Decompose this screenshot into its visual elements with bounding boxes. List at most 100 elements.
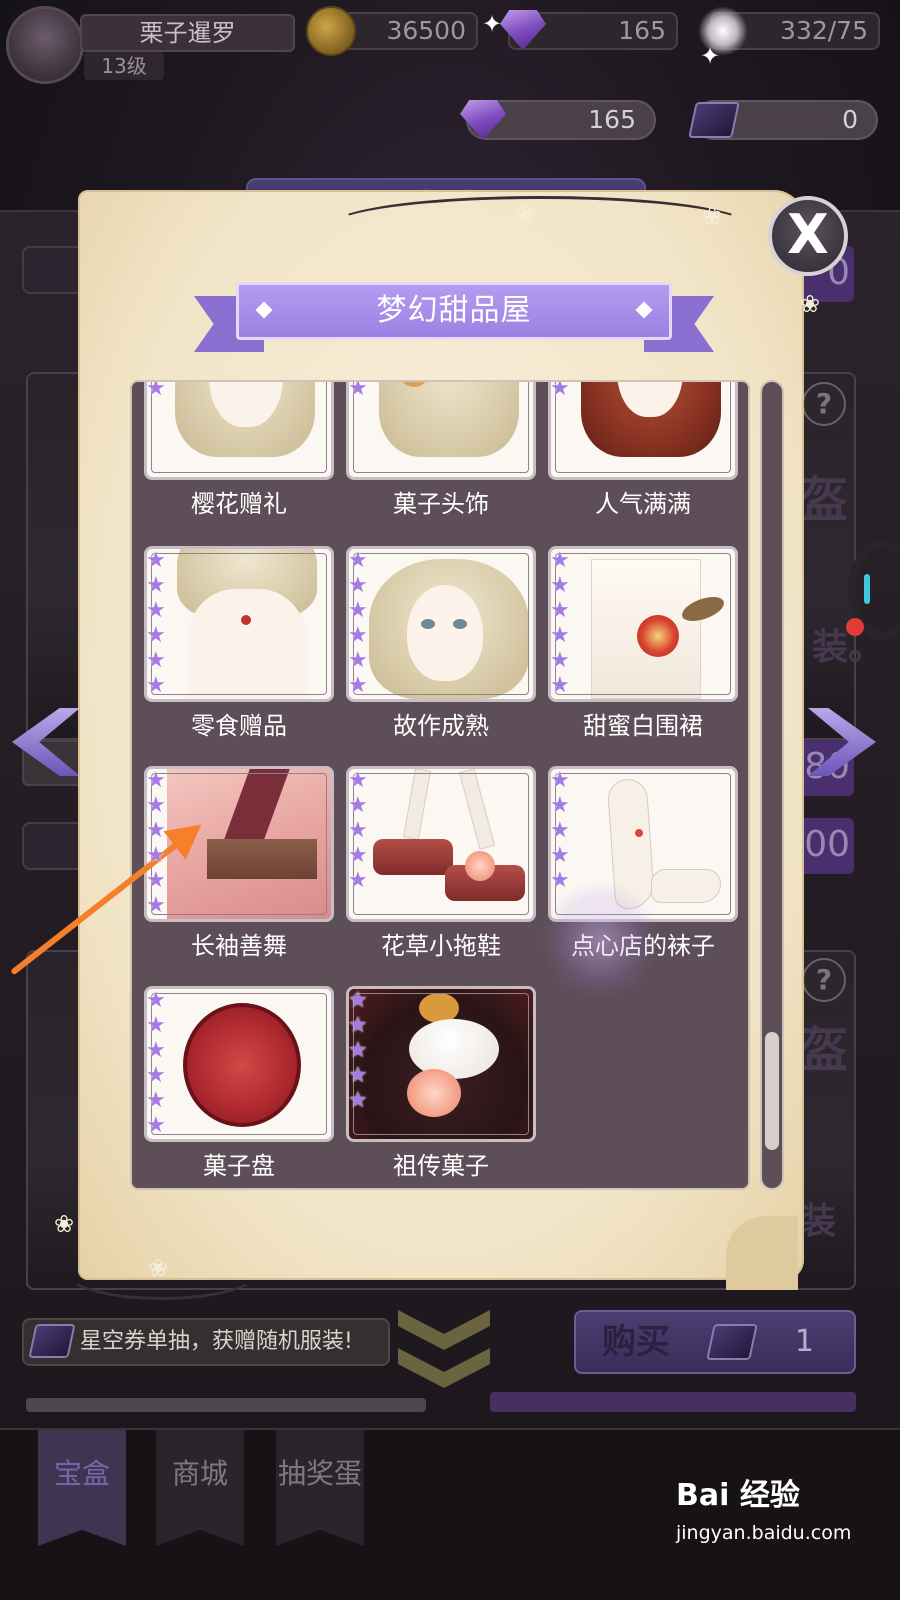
item-card[interactable]: ★ ★ ★ ★ ★ 祖传菓子: [346, 986, 536, 1188]
notification-dot: [846, 618, 864, 636]
nav-tab-label: 商城: [171, 1457, 228, 1490]
diamond-counter-top[interactable]: 165: [500, 10, 678, 50]
scrollbar[interactable]: [760, 380, 784, 1190]
item-name: 花草小拖鞋: [381, 932, 501, 960]
nav-tab-lottery-egg[interactable]: 抽奖蛋: [276, 1430, 364, 1546]
parchment-curl: [726, 1216, 798, 1290]
star-icon: ★: [348, 1088, 368, 1113]
star-icon: ★: [348, 548, 368, 573]
buy-label: 购买: [602, 1322, 670, 1362]
rose-icon: ❀: [54, 1210, 75, 1238]
star-rating: ★ ★ ★ ★ ★ ★: [146, 548, 174, 698]
promo-text: 星空券单抽，获赠随机服装!: [80, 1329, 353, 1354]
player-name: 栗子暹罗: [80, 14, 295, 52]
help-icon[interactable]: ?: [802, 958, 846, 1002]
nav-tab-label: 抽奖蛋: [277, 1457, 362, 1490]
top-hud: 栗子暹罗 13级 36500 165 332/75 ✦ ✦ 165 0: [0, 0, 900, 140]
item-name: 樱花赠礼: [191, 490, 287, 518]
watermark-url: jingyan.baidu.com: [676, 1522, 852, 1544]
promo-bar[interactable]: 星空券单抽，获赠随机服装!: [22, 1318, 390, 1366]
diamond-icon: [500, 10, 546, 50]
sparkle-icon: ✦: [700, 42, 721, 70]
buy-button[interactable]: 购买 1: [574, 1310, 856, 1374]
star-icon: ★: [550, 573, 570, 598]
star-icon: ★: [348, 818, 368, 843]
star-icon: ★: [348, 623, 368, 648]
star-rating: ★ ★ ★ ★ ★ ★: [146, 988, 174, 1138]
star-icon: ★: [146, 768, 166, 793]
background-card-text: 装: [800, 1201, 837, 1242]
stamina-value: 332/75: [780, 16, 868, 45]
star-icon: ★: [146, 868, 166, 893]
star-icon: ★: [146, 1088, 166, 1113]
player-avatar[interactable]: [6, 6, 84, 84]
item-card[interactable]: ★★★ 人气满满: [548, 382, 738, 534]
star-icon: ★: [348, 648, 368, 673]
star-icon: ★: [146, 380, 166, 401]
popup-title-banner: 梦幻甜品屋: [194, 282, 714, 352]
star-rating: ★ ★ ★ ★ ★: [348, 768, 376, 893]
star-icon: ★: [146, 623, 166, 648]
ticket-counter[interactable]: 0: [688, 100, 878, 140]
diamond-counter[interactable]: 165: [460, 100, 656, 140]
star-rating: ★★★: [550, 382, 578, 401]
sparkle-glow: [540, 880, 660, 1000]
star-icon: ★: [550, 768, 570, 793]
item-name: 菓子头饰: [393, 490, 489, 518]
stamina-counter[interactable]: 332/75: [698, 6, 880, 56]
star-icon: ★: [348, 1038, 368, 1063]
star-icon: ★: [348, 843, 368, 868]
item-card[interactable]: ★ ★ ★ ★ ★ 花草小拖鞋: [346, 766, 536, 976]
vine-decoration: [330, 196, 750, 256]
star-icon: ★: [146, 988, 166, 1013]
gold-value: 36500: [386, 16, 466, 45]
gold-counter[interactable]: 36500: [306, 6, 478, 56]
close-icon: X: [787, 203, 829, 266]
item-card[interactable]: ★ ★ ★ ★ ★ ★ 零食赠品: [144, 546, 334, 756]
double-chevron-down-icon[interactable]: [398, 1310, 490, 1396]
nav-tab-shop[interactable]: 商城: [156, 1430, 244, 1546]
background-card-title: 盔: [800, 472, 849, 528]
buy-count: 1: [794, 1324, 814, 1359]
ticket-icon: [706, 1324, 758, 1360]
star-icon: ★: [348, 598, 368, 623]
item-name: 菓子盘: [203, 1152, 275, 1180]
close-button[interactable]: X: [768, 196, 848, 276]
item-card[interactable]: ★ ★ ★ ★ ★ ★ 甜蜜白围裙: [548, 546, 738, 756]
star-icon: ★: [348, 868, 368, 893]
watermark-brand: Bai 经验: [676, 1478, 800, 1513]
star-icon: ★: [550, 868, 570, 893]
help-icon[interactable]: ?: [802, 382, 846, 426]
item-name: 祖传菓子: [393, 1152, 489, 1180]
item-grid[interactable]: ★★★ 樱花赠礼 ★★★ 菓子头饰 ★★★ 人气满满 ★★★★★★ 零食赠品: [130, 380, 750, 1190]
star-icon: ★: [146, 1113, 166, 1138]
star-rating: ★★★: [348, 382, 376, 401]
nav-tab-treasure-box[interactable]: 宝盒: [38, 1430, 126, 1546]
star-rating: ★ ★ ★ ★ ★ ★: [550, 548, 578, 698]
diamond-value: 165: [588, 105, 636, 134]
star-rating: ★ ★ ★ ★ ★: [550, 768, 578, 893]
scrollbar-thumb[interactable]: [765, 1032, 779, 1150]
background-strip: [490, 1392, 856, 1412]
star-icon: ★: [146, 893, 166, 918]
item-card[interactable]: ★ ★ ★ ★ ★ ★ 菓子盘: [144, 986, 334, 1188]
star-icon: ★: [146, 1063, 166, 1088]
star-icon: ★: [348, 673, 368, 698]
star-rating: ★ ★ ★ ★ ★: [348, 988, 376, 1113]
ticket-icon: [28, 1324, 76, 1358]
item-name: 长袖善舞: [191, 932, 287, 960]
star-icon: ★: [550, 598, 570, 623]
item-card[interactable]: ★ ★ ★ ★ ★ ★ 长袖善舞: [144, 766, 334, 976]
star-rating: ★ ★ ★ ★ ★ ★: [348, 548, 376, 698]
item-card[interactable]: ★★★ 樱花赠礼: [144, 380, 334, 534]
star-icon: ★: [146, 548, 166, 573]
ticket-icon: [688, 102, 740, 138]
item-card[interactable]: ★ ★ ★ ★ ★ ★ 故作成熟: [346, 546, 536, 756]
item-name: 故作成熟: [393, 712, 489, 740]
star-icon: ★: [348, 1063, 368, 1088]
background-strip: [26, 1398, 426, 1412]
star-icon: ★: [146, 818, 166, 843]
star-icon: ★: [146, 673, 166, 698]
rose-icon: ❀: [148, 1254, 169, 1282]
item-card[interactable]: ★★★ 菓子头饰: [346, 382, 536, 534]
